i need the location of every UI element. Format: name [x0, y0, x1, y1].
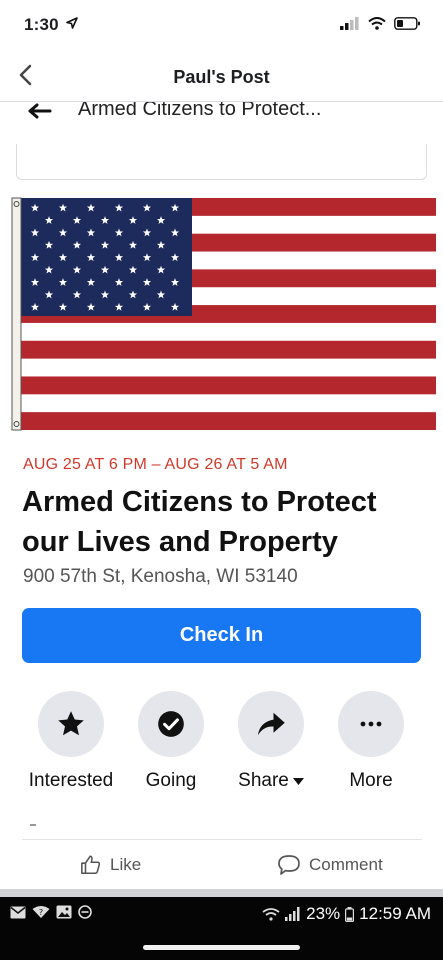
flag-canton — [20, 198, 192, 316]
star-icon — [58, 711, 84, 736]
comment-button[interactable]: Comment — [277, 854, 383, 876]
flag-stripe — [20, 376, 436, 395]
interested-circle[interactable] — [38, 691, 104, 757]
going-button[interactable]: Going — [121, 691, 221, 792]
wifi-signal-icon — [262, 908, 280, 921]
interested-button[interactable]: Interested — [21, 691, 121, 792]
location-arrow-icon — [65, 17, 78, 29]
battery-icon — [345, 906, 355, 922]
like-label: Like — [110, 855, 142, 874]
like-button[interactable]: Like — [80, 854, 141, 876]
svg-text:?: ? — [39, 908, 43, 917]
android-time: 12:59 AM — [359, 904, 431, 923]
share-label-wrap: Share — [238, 770, 304, 792]
check-circle-icon — [158, 711, 184, 737]
status-time: 1:30 — [24, 15, 78, 35]
subheader-back-button[interactable] — [28, 103, 52, 124]
section-separator — [0, 889, 443, 897]
more-label: More — [349, 770, 393, 791]
flag-stripe — [20, 340, 436, 359]
event-subheader: Armed Citizens to Protect... — [0, 102, 443, 126]
battery-percent: 23% — [306, 904, 341, 923]
check-in-button[interactable]: Check In — [22, 608, 421, 663]
android-status-bar: ? 23% 12:59 AM — [0, 897, 443, 960]
flag-stripe — [20, 412, 436, 430]
home-indicator[interactable] — [143, 945, 300, 950]
more-button[interactable]: More — [321, 691, 421, 792]
notification-icons: ? — [10, 905, 92, 919]
divider-mark — [30, 824, 36, 826]
do-not-disturb-icon — [78, 905, 92, 919]
subheader-title: Armed Citizens to Protect... — [78, 102, 322, 120]
share-circle[interactable] — [238, 691, 304, 757]
more-dots-icon — [360, 721, 382, 727]
share-label: Share — [238, 770, 289, 791]
status-icons — [340, 17, 421, 30]
mail-icon — [10, 906, 26, 918]
previous-card-edge — [16, 144, 427, 180]
event-date: AUG 25 AT 6 PM – AUG 26 AT 5 AM — [23, 456, 288, 473]
caret-down-icon — [292, 777, 304, 785]
comment-label: Comment — [309, 855, 383, 874]
page-title: Paul's Post — [173, 67, 270, 87]
more-circle[interactable] — [338, 691, 404, 757]
image-icon — [56, 905, 72, 919]
comment-bubble-icon — [278, 855, 300, 875]
navigation-bar: Paul's Post — [0, 48, 443, 102]
post-footer: Like Comment — [22, 839, 422, 889]
share-button[interactable]: Share — [221, 691, 321, 792]
event-cover-image — [10, 196, 438, 432]
going-circle[interactable] — [138, 691, 204, 757]
arrow-left-icon — [28, 103, 52, 119]
status-bar: 1:30 — [0, 0, 443, 48]
share-arrow-icon — [257, 712, 285, 736]
wifi-icon — [368, 17, 386, 30]
event-address[interactable]: 900 57th St, Kenosha, WI 53140 — [23, 566, 298, 588]
event-title: Armed Citizens to Protect our Lives and … — [22, 486, 377, 558]
battery-icon — [394, 17, 420, 30]
thumbs-up-icon — [81, 855, 101, 875]
cell-signal-icon — [285, 907, 300, 921]
wifi-question-icon: ? — [32, 906, 50, 918]
cellular-signal-icon — [340, 17, 359, 30]
system-indicators: 23% 12:59 AM — [262, 904, 431, 924]
going-label: Going — [145, 770, 197, 791]
interested-label: Interested — [28, 770, 114, 791]
